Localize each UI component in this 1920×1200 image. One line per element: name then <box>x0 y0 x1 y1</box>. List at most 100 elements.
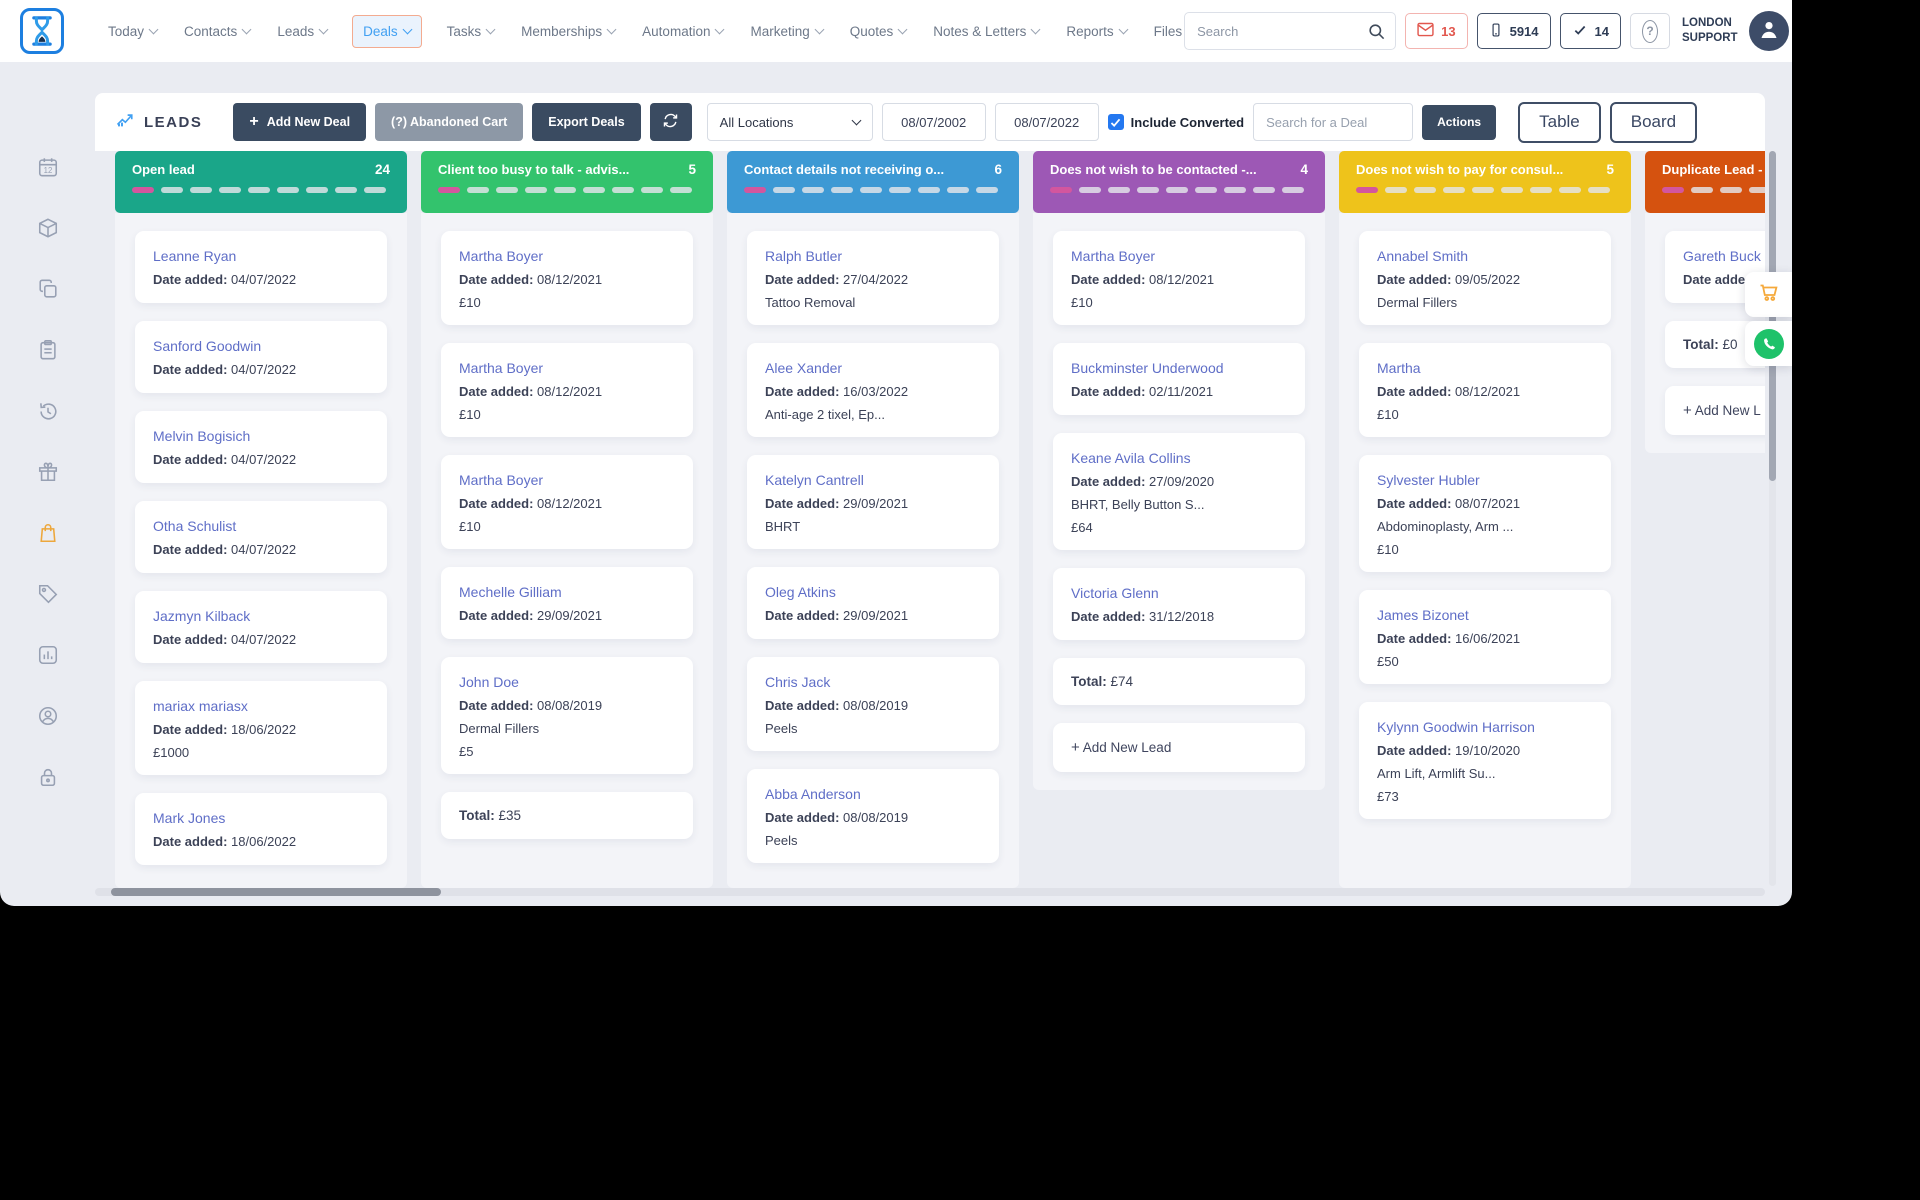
lead-name[interactable]: Martha Boyer <box>459 472 675 488</box>
deal-search-input[interactable]: Search for a Deal <box>1253 103 1413 141</box>
lead-card[interactable]: Victoria GlennDate added: 31/12/2018 <box>1053 568 1305 640</box>
search-input[interactable] <box>1185 24 1357 39</box>
nav-item-automation[interactable]: Automation <box>640 15 725 48</box>
avatar[interactable] <box>1749 11 1789 51</box>
nav-item-memberships[interactable]: Memberships <box>519 15 617 48</box>
nav-item-notes-letters[interactable]: Notes & Letters <box>931 15 1041 48</box>
lead-card[interactable]: Ralph ButlerDate added: 27/04/2022Tattoo… <box>747 231 999 325</box>
export-deals-button[interactable]: Export Deals <box>532 103 640 141</box>
column-header[interactable]: Client too busy to talk - advis...5 <box>421 151 713 213</box>
lead-name[interactable]: Alee Xander <box>765 360 981 376</box>
column-header[interactable]: Duplicate Lead - <box>1645 151 1765 213</box>
lead-name[interactable]: Jazmyn Kilback <box>153 608 369 624</box>
clipboard-icon[interactable] <box>37 339 59 361</box>
location-select[interactable]: All Locations <box>707 103 873 141</box>
shopping-bag-icon[interactable] <box>37 522 59 544</box>
package-icon[interactable] <box>37 217 59 239</box>
lead-name[interactable]: Annabel Smith <box>1377 248 1593 264</box>
lead-card[interactable]: Martha BoyerDate added: 08/12/2021£10 <box>441 343 693 437</box>
date-to-input[interactable]: 08/07/2022 <box>995 103 1099 141</box>
tag-icon[interactable] <box>37 583 59 605</box>
lead-name[interactable]: John Doe <box>459 674 675 690</box>
phone-badge[interactable]: 5914 <box>1477 13 1551 49</box>
whatsapp-shortcut[interactable] <box>1745 321 1792 366</box>
lead-card[interactable]: Oleg AtkinsDate added: 29/09/2021 <box>747 567 999 639</box>
calendar-icon[interactable]: 12 <box>37 156 59 178</box>
lead-card[interactable]: Martha BoyerDate added: 08/12/2021£10 <box>441 455 693 549</box>
lead-card[interactable]: Kylynn Goodwin HarrisonDate added: 19/10… <box>1359 702 1611 819</box>
horizontal-scrollbar[interactable] <box>95 888 1765 896</box>
tasks-badge[interactable]: 14 <box>1560 13 1621 49</box>
lead-name[interactable]: Leanne Ryan <box>153 248 369 264</box>
nav-item-deals[interactable]: Deals <box>352 15 422 48</box>
lead-card[interactable]: Alee XanderDate added: 16/03/2022Anti-ag… <box>747 343 999 437</box>
lead-card[interactable]: Leanne RyanDate added: 04/07/2022 <box>135 231 387 303</box>
horizontal-scrollbar-thumb[interactable] <box>111 888 441 896</box>
lead-name[interactable]: Martha <box>1377 360 1593 376</box>
lead-card[interactable]: Abba AndersonDate added: 08/08/2019Peels <box>747 769 999 863</box>
lead-card[interactable]: James BizonetDate added: 16/06/2021£50 <box>1359 590 1611 684</box>
lead-card[interactable]: Otha SchulistDate added: 04/07/2022 <box>135 501 387 573</box>
lead-card[interactable]: Jazmyn KilbackDate added: 04/07/2022 <box>135 591 387 663</box>
gift-icon[interactable] <box>37 461 59 483</box>
nav-item-quotes[interactable]: Quotes <box>848 15 909 48</box>
messages-badge[interactable]: 13 <box>1405 13 1467 49</box>
nav-item-today[interactable]: Today <box>106 15 159 48</box>
lead-card[interactable]: Martha BoyerDate added: 08/12/2021£10 <box>1053 231 1305 325</box>
lead-name[interactable]: Sylvester Hubler <box>1377 472 1593 488</box>
lead-name[interactable]: Oleg Atkins <box>765 584 981 600</box>
lead-name[interactable]: Martha Boyer <box>459 248 675 264</box>
lead-card[interactable]: Keane Avila CollinsDate added: 27/09/202… <box>1053 433 1305 550</box>
search-icon[interactable] <box>1357 13 1395 49</box>
help-button[interactable]: ? <box>1630 13 1670 49</box>
lead-name[interactable]: Kylynn Goodwin Harrison <box>1377 719 1593 735</box>
lead-name[interactable]: Keane Avila Collins <box>1071 450 1287 466</box>
lead-name[interactable]: Mechelle Gilliam <box>459 584 675 600</box>
vertical-scrollbar[interactable] <box>1769 151 1776 886</box>
lead-card[interactable]: Katelyn CantrellDate added: 29/09/2021BH… <box>747 455 999 549</box>
history-icon[interactable] <box>37 400 59 422</box>
lead-card[interactable]: Sanford GoodwinDate added: 04/07/2022 <box>135 321 387 393</box>
lock-icon[interactable] <box>37 766 59 788</box>
lead-name[interactable]: Martha Boyer <box>1071 248 1287 264</box>
lead-card[interactable]: Mechelle GilliamDate added: 29/09/2021 <box>441 567 693 639</box>
column-header[interactable]: Does not wish to pay for consul...5 <box>1339 151 1631 213</box>
lead-name[interactable]: Otha Schulist <box>153 518 369 534</box>
include-converted-checkbox[interactable]: Include Converted <box>1108 114 1244 130</box>
lead-card[interactable]: Sylvester HublerDate added: 08/07/2021Ab… <box>1359 455 1611 572</box>
refresh-button[interactable] <box>650 103 692 141</box>
app-logo[interactable] <box>20 8 64 54</box>
nav-item-leads[interactable]: Leads <box>275 15 329 48</box>
date-from-input[interactable]: 08/07/2002 <box>882 103 986 141</box>
lead-card[interactable]: Buckminster UnderwoodDate added: 02/11/2… <box>1053 343 1305 415</box>
lead-name[interactable]: Chris Jack <box>765 674 981 690</box>
column-header[interactable]: Contact details not receiving o...6 <box>727 151 1019 213</box>
lead-name[interactable]: Victoria Glenn <box>1071 585 1287 601</box>
lead-card[interactable]: MarthaDate added: 08/12/2021£10 <box>1359 343 1611 437</box>
nav-item-files[interactable]: Files <box>1152 15 1185 48</box>
lead-name[interactable]: Ralph Butler <box>765 248 981 264</box>
nav-item-contacts[interactable]: Contacts <box>182 15 252 48</box>
lead-card[interactable]: Martha BoyerDate added: 08/12/2021£10 <box>441 231 693 325</box>
lead-card[interactable]: Annabel SmithDate added: 09/05/2022Derma… <box>1359 231 1611 325</box>
nav-item-tasks[interactable]: Tasks <box>445 15 497 48</box>
add-new-lead-button[interactable]: +Add New L <box>1665 386 1765 435</box>
bar-chart-icon[interactable] <box>37 644 59 666</box>
abandoned-cart-button[interactable]: (?) Abandoned Cart <box>375 103 523 141</box>
table-view-button[interactable]: Table <box>1518 102 1601 143</box>
lead-name[interactable]: Buckminster Underwood <box>1071 360 1287 376</box>
lead-name[interactable]: James Bizonet <box>1377 607 1593 623</box>
lead-name[interactable]: Abba Anderson <box>765 786 981 802</box>
lead-name[interactable]: Mark Jones <box>153 810 369 826</box>
board-view-button[interactable]: Board <box>1610 102 1697 143</box>
lead-card[interactable]: mariax mariasxDate added: 18/06/2022£100… <box>135 681 387 775</box>
abandoned-cart-shortcut[interactable] <box>1745 272 1792 317</box>
add-new-deal-button[interactable]: + Add New Deal <box>233 103 366 141</box>
lead-name[interactable]: Sanford Goodwin <box>153 338 369 354</box>
column-header[interactable]: Open lead24 <box>115 151 407 213</box>
account-icon[interactable] <box>37 705 59 727</box>
nav-item-marketing[interactable]: Marketing <box>748 15 824 48</box>
copy-icon[interactable] <box>37 278 59 300</box>
lead-card[interactable]: John DoeDate added: 08/08/2019Dermal Fil… <box>441 657 693 774</box>
add-new-lead-button[interactable]: +Add New Lead <box>1053 723 1305 772</box>
